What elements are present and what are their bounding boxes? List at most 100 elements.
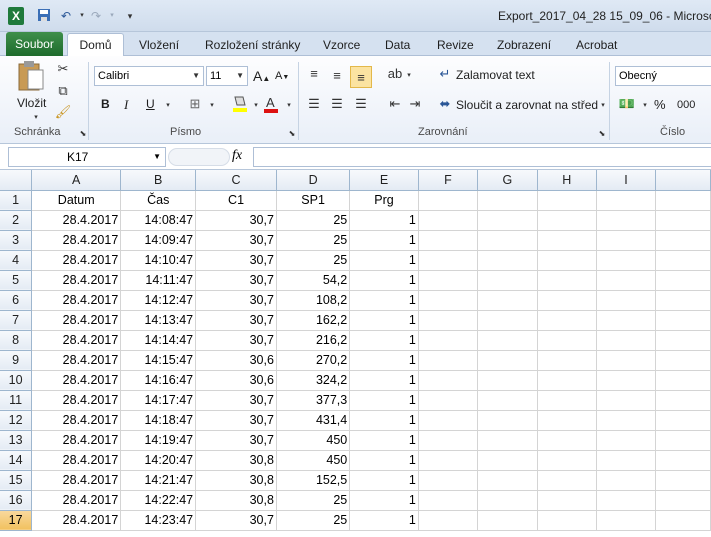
cell-c2[interactable]: 30,7 <box>195 210 277 231</box>
cell-d8[interactable]: 216,2 <box>276 330 351 351</box>
cell-c7[interactable]: 30,7 <box>195 310 277 331</box>
increase-indent-icon[interactable]: ⇥ <box>406 96 424 112</box>
thousands-separator-button[interactable]: 000 <box>677 99 695 111</box>
cell-g14[interactable] <box>477 450 538 471</box>
cut-icon[interactable]: ✂ <box>54 61 72 77</box>
cell-i2[interactable] <box>596 210 656 231</box>
cell-e2[interactable]: 1 <box>349 210 419 231</box>
cell-h8[interactable] <box>537 330 598 351</box>
cell-j6[interactable] <box>655 290 711 311</box>
column-header-j[interactable] <box>655 170 711 191</box>
cell-e17[interactable]: 1 <box>349 510 419 531</box>
cell-h5[interactable] <box>537 270 598 291</box>
cell-a2[interactable]: 28.4.2017 <box>31 210 122 231</box>
undo-icon[interactable]: ↶ <box>58 8 74 24</box>
cell-g17[interactable] <box>477 510 538 531</box>
cell-d13[interactable]: 450 <box>276 430 351 451</box>
cell-h6[interactable] <box>537 290 598 311</box>
cell-e6[interactable]: 1 <box>349 290 419 311</box>
cell-a5[interactable]: 28.4.2017 <box>31 270 122 291</box>
cell-a4[interactable]: 28.4.2017 <box>31 250 122 271</box>
font-color-dropdown-icon[interactable]: ▾ <box>280 98 298 114</box>
cell-c6[interactable]: 30,7 <box>195 290 277 311</box>
cell-c15[interactable]: 30,8 <box>195 470 277 491</box>
cell-a6[interactable]: 28.4.2017 <box>31 290 122 311</box>
cell-h15[interactable] <box>537 470 598 491</box>
cell-e1[interactable]: Prg <box>349 190 419 211</box>
cell-e3[interactable]: 1 <box>349 230 419 251</box>
cell-a11[interactable]: 28.4.2017 <box>31 390 122 411</box>
row-header[interactable]: 10 <box>0 370 33 391</box>
row-header[interactable]: 8 <box>0 330 33 351</box>
tab-acrobat[interactable]: Acrobat <box>576 36 617 56</box>
column-header-e[interactable]: E <box>349 170 419 191</box>
cell-a15[interactable]: 28.4.2017 <box>31 470 122 491</box>
cell-h4[interactable] <box>537 250 598 271</box>
merge-center-button[interactable]: Sloučit a zarovnat na střed <box>456 98 598 112</box>
cell-d6[interactable]: 108,2 <box>276 290 351 311</box>
tab-formulas[interactable]: Vzorce <box>323 36 360 56</box>
cell-d1[interactable]: SP1 <box>276 190 351 211</box>
cell-b9[interactable]: 14:15:47 <box>120 350 197 371</box>
cell-d14[interactable]: 450 <box>276 450 351 471</box>
cell-i17[interactable] <box>596 510 656 531</box>
cell-f13[interactable] <box>418 430 479 451</box>
cell-c13[interactable]: 30,7 <box>195 430 277 451</box>
name-box[interactable]: K17 ▼ <box>8 147 166 167</box>
column-header-b[interactable]: B <box>120 170 197 191</box>
font-size-select[interactable]: 11 ▼ <box>206 66 248 86</box>
cell-i9[interactable] <box>596 350 656 371</box>
cell-i15[interactable] <box>596 470 656 491</box>
cell-c5[interactable]: 30,7 <box>195 270 277 291</box>
cell-f5[interactable] <box>418 270 479 291</box>
cell-h12[interactable] <box>537 410 598 431</box>
column-header-a[interactable]: A <box>31 170 122 191</box>
orientation-dropdown-icon[interactable]: ▾ <box>400 68 418 84</box>
cell-b1[interactable]: Čas <box>120 190 197 211</box>
cell-g13[interactable] <box>477 430 538 451</box>
align-left-icon[interactable]: ☰ <box>305 96 323 112</box>
cell-h17[interactable] <box>537 510 598 531</box>
cell-f6[interactable] <box>418 290 479 311</box>
font-name-select[interactable]: Calibri ▼ <box>94 66 204 86</box>
column-header-i[interactable]: I <box>596 170 656 191</box>
align-top-icon[interactable]: ≡ <box>305 66 323 82</box>
cell-c1[interactable]: C1 <box>195 190 277 211</box>
cell-d16[interactable]: 25 <box>276 490 351 511</box>
cell-b10[interactable]: 14:16:47 <box>120 370 197 391</box>
cell-a14[interactable]: 28.4.2017 <box>31 450 122 471</box>
cell-d7[interactable]: 162,2 <box>276 310 351 331</box>
cell-b3[interactable]: 14:09:47 <box>120 230 197 251</box>
formula-bar-splitter[interactable] <box>168 148 230 166</box>
row-header[interactable]: 4 <box>0 250 33 271</box>
copy-icon[interactable]: ⧉ <box>54 83 72 99</box>
insert-function-icon[interactable]: fx <box>232 148 242 164</box>
cell-i6[interactable] <box>596 290 656 311</box>
cell-d3[interactable]: 25 <box>276 230 351 251</box>
cell-b2[interactable]: 14:08:47 <box>120 210 197 231</box>
save-icon[interactable] <box>36 8 52 24</box>
merge-center-icon[interactable]: ⬌ <box>436 96 454 112</box>
cell-j15[interactable] <box>655 470 711 491</box>
cell-b7[interactable]: 14:13:47 <box>120 310 197 331</box>
align-center-icon[interactable]: ☰ <box>328 96 346 112</box>
cell-j9[interactable] <box>655 350 711 371</box>
cell-i5[interactable] <box>596 270 656 291</box>
cell-e7[interactable]: 1 <box>349 310 419 331</box>
column-header-f[interactable]: F <box>418 170 479 191</box>
borders-dropdown-icon[interactable]: ▾ <box>203 98 221 114</box>
cell-i13[interactable] <box>596 430 656 451</box>
align-right-icon[interactable]: ☰ <box>352 96 370 112</box>
cell-e4[interactable]: 1 <box>349 250 419 271</box>
font-color-icon[interactable]: A <box>262 94 280 114</box>
cell-i8[interactable] <box>596 330 656 351</box>
cell-f17[interactable] <box>418 510 479 531</box>
accounting-format-icon[interactable]: 💵 <box>618 96 636 112</box>
row-header[interactable]: 5 <box>0 270 33 291</box>
shrink-font-button[interactable]: A▼ <box>275 70 289 82</box>
cell-b13[interactable]: 14:19:47 <box>120 430 197 451</box>
cell-g6[interactable] <box>477 290 538 311</box>
cell-j10[interactable] <box>655 370 711 391</box>
cell-e15[interactable]: 1 <box>349 470 419 491</box>
cell-h2[interactable] <box>537 210 598 231</box>
